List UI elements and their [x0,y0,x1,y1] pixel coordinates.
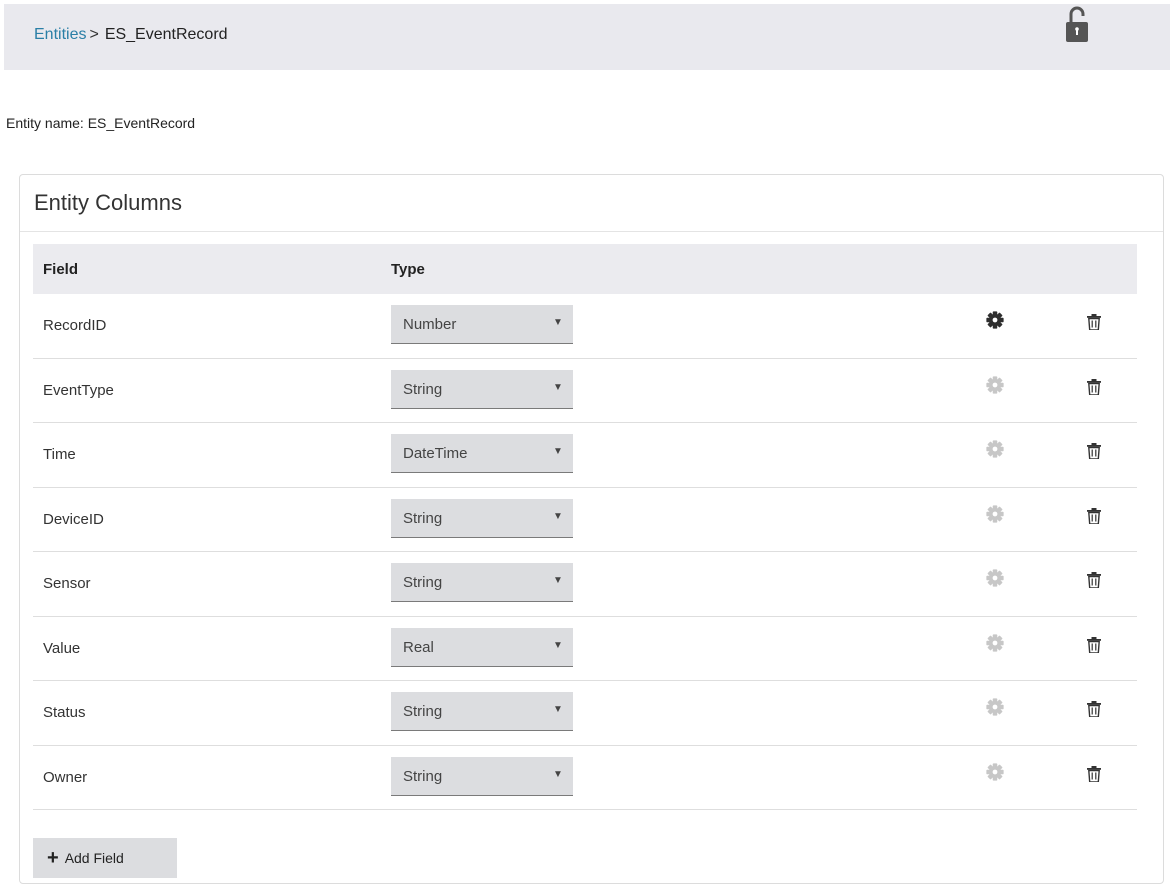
type-value: String [403,767,443,785]
add-field-label: Add Field [64,850,124,866]
field-name: Owner [43,768,88,786]
trash-icon[interactable] [1087,572,1101,588]
type-select[interactable]: String ▼ [391,756,573,796]
type-select[interactable]: String ▼ [391,369,573,409]
type-select[interactable]: String ▼ [391,498,573,538]
type-value: DateTime [403,445,468,462]
plus-icon: + [47,847,59,869]
header-type: Type [391,260,425,278]
field-name: DeviceID [43,510,104,528]
table-row: EventType String ▼ [33,359,1137,423]
table-row: DeviceID String ▼ [33,488,1137,552]
field-name: Value [43,639,81,657]
gear-icon[interactable] [986,440,1004,458]
chevron-down-icon: ▼ [553,317,563,328]
panel-title: Entity Columns [20,175,1163,232]
chevron-down-icon: ▼ [553,768,563,780]
unlocked-padlock-icon[interactable] [1066,6,1088,44]
add-field-button[interactable]: + Add Field [33,838,177,878]
entity-name-label: Entity name: ES_EventRecord [6,115,196,131]
chevron-down-icon: ▼ [553,575,563,586]
breadcrumb-entities-link[interactable]: Entities [34,26,86,43]
gear-icon[interactable] [986,633,1004,652]
field-name: Status [43,704,86,721]
trash-icon[interactable] [1087,701,1101,717]
type-select[interactable]: Number ▼ [391,305,573,344]
type-value: String [403,380,443,398]
type-value: Real [403,638,434,656]
gear-icon[interactable] [986,504,1004,523]
gear-icon[interactable] [986,762,1004,781]
breadcrumb: Entities > ES_EventRecord [34,26,228,44]
type-select[interactable]: String ▼ [391,563,573,602]
trash-icon[interactable] [1087,378,1101,395]
type-value: String [403,574,443,591]
type-select[interactable]: Real ▼ [391,627,573,667]
columns-table: Field Type RecordID Number ▼ EventType S… [33,244,1137,810]
header-field: Field [43,260,79,278]
type-select[interactable]: String ▼ [391,692,573,731]
field-name: EventType [43,381,114,399]
chevron-down-icon: ▼ [553,381,563,393]
table-row: Owner String ▼ [33,746,1137,810]
field-name: Time [43,446,76,463]
chevron-down-icon: ▼ [553,510,563,522]
breadcrumb-separator: > [89,26,99,43]
table-row: Status String ▼ [33,681,1137,746]
entity-columns-panel: Entity Columns Field Type RecordID Numbe… [19,174,1164,884]
gear-icon[interactable] [986,698,1004,716]
chevron-down-icon: ▼ [553,446,563,457]
trash-icon[interactable] [1087,507,1101,524]
type-select[interactable]: DateTime ▼ [391,434,573,473]
trash-icon[interactable] [1087,443,1101,459]
trash-icon[interactable] [1087,765,1101,782]
top-bar: Entities > ES_EventRecord [4,4,1170,70]
trash-icon[interactable] [1087,314,1101,330]
type-value: String [403,703,443,720]
table-row: Value Real ▼ [33,617,1137,681]
gear-icon[interactable] [986,569,1004,587]
table-row: Sensor String ▼ [33,552,1137,617]
table-header: Field Type [33,244,1137,294]
type-value: Number [403,316,457,333]
chevron-down-icon: ▼ [553,639,563,651]
table-row: Time DateTime ▼ [33,423,1137,488]
gear-icon[interactable] [986,375,1004,394]
chevron-down-icon: ▼ [553,704,563,715]
gear-icon[interactable] [986,311,1004,329]
type-value: String [403,509,443,527]
table-body: RecordID Number ▼ EventType String ▼ Tim… [33,294,1137,810]
field-name: Sensor [43,575,91,592]
table-row: RecordID Number ▼ [33,294,1137,359]
breadcrumb-current: ES_EventRecord [104,26,228,43]
trash-icon[interactable] [1087,636,1101,653]
field-name: RecordID [43,317,107,334]
